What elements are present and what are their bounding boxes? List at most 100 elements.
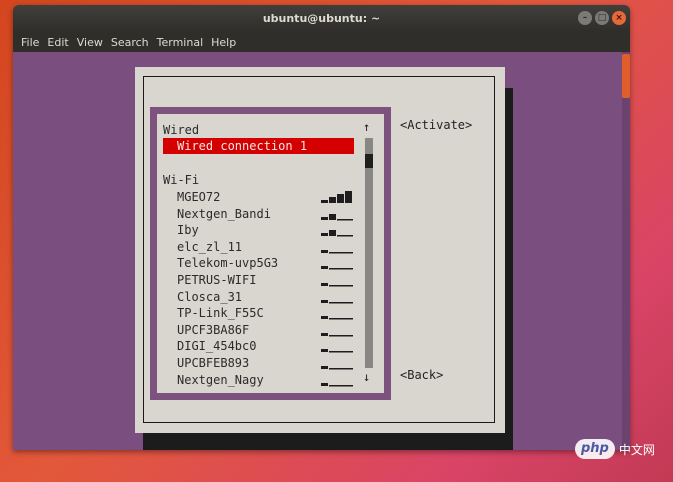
wifi-section-label: Wi-Fi [163, 173, 200, 187]
signal-bar [329, 213, 336, 220]
menu-search[interactable]: Search [107, 36, 153, 49]
wifi-network-item[interactable]: Telekom-uvp5G3 [177, 255, 278, 271]
wifi-network-item[interactable]: PETRUS-WIFI [177, 272, 256, 288]
signal-bar [337, 318, 345, 320]
signal-strength-icon [321, 332, 353, 337]
signal-bar [337, 235, 345, 237]
signal-strength-icon [321, 299, 353, 304]
signal-strength-icon [321, 191, 352, 203]
signal-bar [321, 216, 328, 220]
signal-bar [321, 233, 328, 237]
connection-list-inner: Wired Wired connection 1 Wi-Fi MGEO72 Nex… [155, 112, 386, 395]
signal-bar [329, 197, 336, 203]
signal-bar [337, 194, 344, 203]
wifi-network-item[interactable]: DIGI_454bc0 [177, 338, 256, 354]
scroll-up-arrow[interactable]: ↑ [363, 120, 370, 134]
signal-strength-icon [321, 213, 353, 221]
title-bar[interactable]: ubuntu@ubuntu: ~ – □ × [13, 5, 630, 32]
signal-bar [321, 332, 328, 336]
signal-bar [321, 382, 328, 386]
signal-bar [321, 316, 328, 320]
signal-bar [321, 366, 328, 369]
menu-edit[interactable]: Edit [43, 36, 72, 49]
wifi-network-item[interactable]: UPCF3BA86F [177, 322, 249, 338]
signal-strength-icon [321, 283, 353, 287]
signal-bar [329, 368, 337, 370]
back-button[interactable]: <Back> [400, 368, 443, 382]
menu-terminal[interactable]: Terminal [153, 36, 208, 49]
signal-bar [329, 384, 337, 387]
signal-strength-icon [321, 382, 353, 387]
signal-bar [345, 268, 353, 270]
terminal-area[interactable]: Wired Wired connection 1 Wi-Fi MGEO72 Nex… [13, 52, 630, 450]
signal-strength-icon [321, 266, 353, 270]
signal-bar [337, 351, 345, 353]
signal-bar [345, 218, 353, 221]
signal-bar [329, 318, 337, 320]
wifi-network-item[interactable]: elc_zl_11 [177, 239, 242, 255]
signal-bar [337, 301, 345, 304]
signal-bar [345, 384, 353, 387]
wifi-network-item[interactable]: Closca_31 [177, 289, 242, 305]
window-title: ubuntu@ubuntu: ~ [262, 12, 381, 25]
signal-bar [345, 351, 353, 353]
wired-connection-item[interactable]: Wired connection 1 [163, 138, 354, 154]
signal-bar [329, 301, 337, 304]
signal-bar [345, 334, 353, 337]
wifi-network-item[interactable]: MGEO72 [177, 189, 220, 205]
signal-bar [321, 249, 328, 253]
signal-strength-icon [321, 349, 353, 353]
signal-bar [337, 285, 345, 287]
wifi-network-item[interactable]: Nextgen_Bandi [177, 206, 271, 222]
signal-bar [345, 235, 353, 237]
php-logo: php [575, 439, 615, 459]
signal-bar [337, 334, 345, 337]
menu-help[interactable]: Help [207, 36, 240, 49]
signal-bar [329, 230, 336, 237]
signal-bar [345, 191, 352, 203]
wifi-network-item[interactable]: Nextgen_Nagy [177, 372, 264, 388]
signal-bar [321, 266, 328, 270]
maximize-button[interactable]: □ [595, 11, 609, 25]
wifi-network-item[interactable]: Iby [177, 222, 199, 238]
list-scrollbar[interactable] [365, 138, 373, 368]
signal-strength-icon [321, 316, 353, 320]
signal-bar [321, 349, 328, 353]
connection-list[interactable]: Wired Wired connection 1 Wi-Fi MGEO72 Nex… [150, 107, 391, 400]
nmtui-dialog: Wired Wired connection 1 Wi-Fi MGEO72 Nex… [135, 67, 505, 433]
signal-bar [337, 251, 345, 254]
wifi-network-item[interactable]: UPCBFEB893 [177, 355, 249, 371]
signal-bar [337, 384, 345, 387]
scroll-down-arrow[interactable]: ↓ [363, 370, 370, 384]
minimize-button[interactable]: – [578, 11, 592, 25]
signal-bar [345, 318, 353, 320]
menu-view[interactable]: View [73, 36, 107, 49]
signal-bar [345, 301, 353, 304]
signal-bar [345, 368, 353, 370]
signal-bar [321, 299, 328, 303]
menu-bar: File Edit View Search Terminal Help [13, 32, 630, 52]
signal-bar [321, 283, 328, 286]
signal-bar [345, 285, 353, 287]
signal-bar [337, 268, 345, 270]
menu-file[interactable]: File [17, 36, 43, 49]
signal-strength-icon [321, 230, 353, 237]
signal-strength-icon [321, 249, 353, 254]
signal-bar [329, 334, 337, 337]
terminal-scrollbar-thumb[interactable] [622, 54, 630, 98]
signal-bar [329, 251, 337, 254]
signal-bar [337, 218, 345, 221]
activate-button[interactable]: <Activate> [400, 118, 472, 132]
signal-bar [329, 285, 337, 287]
wifi-network-item[interactable]: TP-Link_F55C [177, 305, 264, 321]
signal-bar [321, 200, 328, 203]
signal-bar [329, 351, 337, 353]
watermark-text: 中文网 [618, 442, 655, 457]
signal-strength-icon [321, 366, 353, 370]
signal-bar [337, 368, 345, 370]
close-button[interactable]: × [612, 11, 626, 25]
terminal-scrollbar[interactable] [622, 52, 630, 450]
signal-bar [329, 268, 337, 270]
list-scrollbar-thumb[interactable] [365, 154, 373, 168]
watermark: php 中文网 [575, 438, 655, 460]
